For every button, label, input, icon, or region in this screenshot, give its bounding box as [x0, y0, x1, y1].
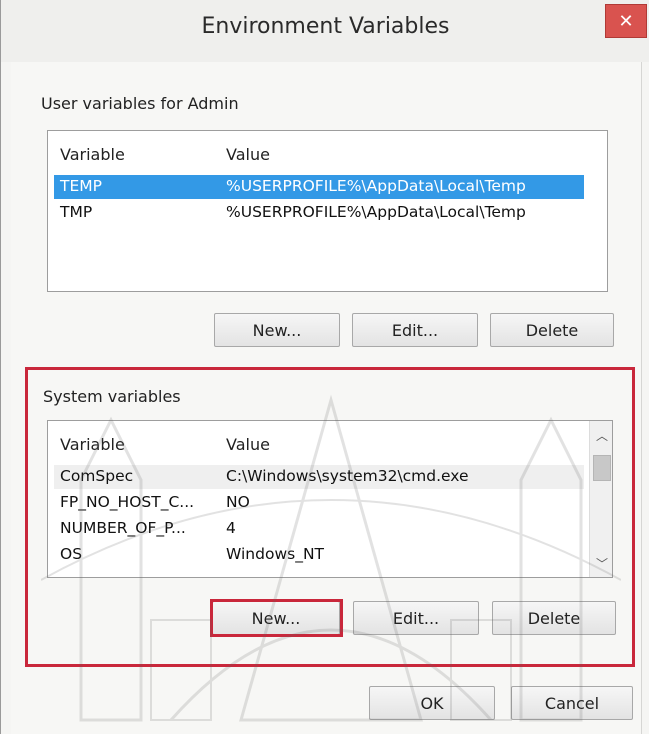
- column-header-variable[interactable]: Variable: [60, 435, 125, 454]
- variable-value: Windows_NT: [226, 545, 325, 563]
- user-variable-row-tmp[interactable]: TMP %USERPROFILE%\AppData\Local\Temp: [54, 201, 584, 225]
- close-icon: ✕: [618, 10, 634, 32]
- dialog-title: Environment Variables: [201, 14, 450, 39]
- user-variables-list[interactable]: Variable Value TEMP %USERPROFILE%\AppDat…: [47, 130, 608, 292]
- system-variable-row[interactable]: OS Windows_NT: [54, 543, 584, 567]
- variable-name: ComSpec: [60, 467, 134, 485]
- title-bar: Environment Variables ✕: [1, 0, 649, 62]
- system-delete-button[interactable]: Delete: [492, 601, 616, 635]
- variable-name: FP_NO_HOST_C...: [60, 493, 195, 511]
- system-variable-row[interactable]: NUMBER_OF_P... 4: [54, 517, 584, 541]
- system-variable-row[interactable]: ComSpec C:\Windows\system32\cmd.exe: [54, 465, 584, 489]
- variable-value: %USERPROFILE%\AppData\Local\Temp: [226, 177, 526, 195]
- variable-value: C:\Windows\system32\cmd.exe: [226, 467, 469, 485]
- environment-variables-dialog: Environment Variables ✕ User variables f…: [0, 0, 649, 734]
- variable-value: NO: [226, 493, 250, 511]
- column-header-variable[interactable]: Variable: [60, 145, 125, 164]
- column-header-value[interactable]: Value: [226, 145, 270, 164]
- variable-name: NUMBER_OF_P...: [60, 519, 186, 537]
- scroll-down-icon[interactable]: ﹀: [590, 555, 612, 572]
- user-delete-button[interactable]: Delete: [490, 313, 614, 347]
- scroll-up-icon[interactable]: ︿: [590, 427, 612, 444]
- user-edit-button[interactable]: Edit...: [352, 313, 478, 347]
- variable-value: 4: [226, 519, 236, 537]
- system-variables-list[interactable]: Variable Value ComSpec C:\Windows\system…: [47, 420, 613, 578]
- variable-name: OS: [60, 545, 83, 563]
- system-variables-label: System variables: [43, 387, 181, 406]
- close-button[interactable]: ✕: [605, 4, 647, 38]
- system-variables-header: Variable Value: [48, 421, 612, 454]
- column-header-value[interactable]: Value: [226, 435, 270, 454]
- user-variable-row-temp[interactable]: TEMP %USERPROFILE%\AppData\Local\Temp: [54, 175, 584, 199]
- variable-name: TEMP: [60, 177, 102, 195]
- variable-name: TMP: [60, 203, 93, 221]
- system-edit-button[interactable]: Edit...: [353, 601, 479, 635]
- variable-value: %USERPROFILE%\AppData\Local\Temp: [226, 203, 526, 221]
- system-variable-row[interactable]: FP_NO_HOST_C... NO: [54, 491, 584, 515]
- system-new-button[interactable]: New...: [212, 601, 340, 635]
- ok-button[interactable]: OK: [369, 686, 495, 720]
- user-new-button[interactable]: New...: [214, 313, 340, 347]
- user-variables-label: User variables for Admin: [41, 94, 239, 113]
- system-variables-scrollbar[interactable]: ︿ ﹀: [589, 421, 612, 577]
- user-variables-header: Variable Value: [48, 131, 607, 164]
- cancel-button[interactable]: Cancel: [511, 686, 633, 720]
- dialog-client-area: User variables for Admin Variable Value …: [11, 62, 642, 734]
- scroll-thumb[interactable]: [593, 455, 611, 481]
